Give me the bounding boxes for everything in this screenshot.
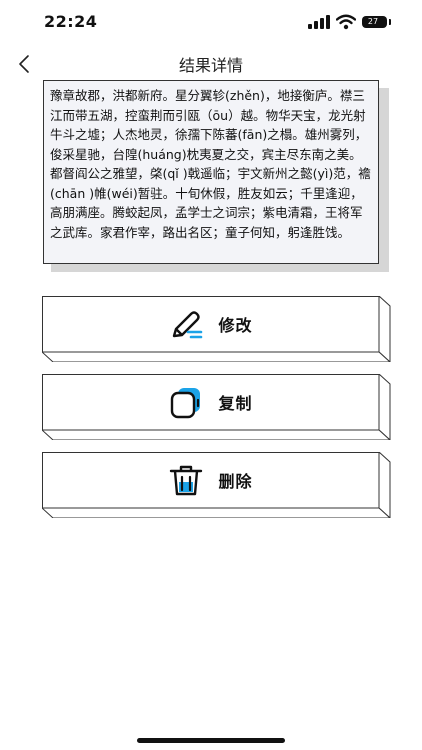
delete-button-label: 删除 — [218, 472, 253, 491]
nav-bar: 结果详情 — [0, 44, 422, 84]
wifi-icon — [336, 14, 356, 30]
pen-icon — [173, 311, 203, 339]
copy-button-label: 复制 — [218, 394, 253, 413]
home-indicator[interactable] — [137, 738, 285, 743]
status-bar: 22:24 27 — [0, 0, 422, 44]
copy-icon — [171, 388, 201, 419]
delete-button[interactable]: 删除 — [42, 452, 392, 518]
battery-icon: 27 — [362, 16, 387, 28]
edit-button[interactable]: 修改 — [42, 296, 392, 362]
status-time: 22:24 — [44, 12, 98, 31]
trash-icon — [170, 465, 203, 496]
page-title: 结果详情 — [178, 56, 243, 75]
battery-cap — [389, 19, 391, 25]
copy-button[interactable]: 复制 — [42, 374, 392, 440]
result-text: 豫章故郡，洪都新府。星分翼轸(zhěn)，地接衡庐。襟三江而带五湖，控蛮荆而引瓯… — [43, 80, 379, 264]
battery-level: 27 — [367, 17, 379, 26]
result-card: 豫章故郡，洪都新府。星分翼轸(zhěn)，地接衡庐。襟三江而带五湖，控蛮荆而引瓯… — [43, 80, 393, 272]
cellular-signal-icon — [308, 15, 330, 29]
edit-button-label: 修改 — [218, 316, 253, 335]
